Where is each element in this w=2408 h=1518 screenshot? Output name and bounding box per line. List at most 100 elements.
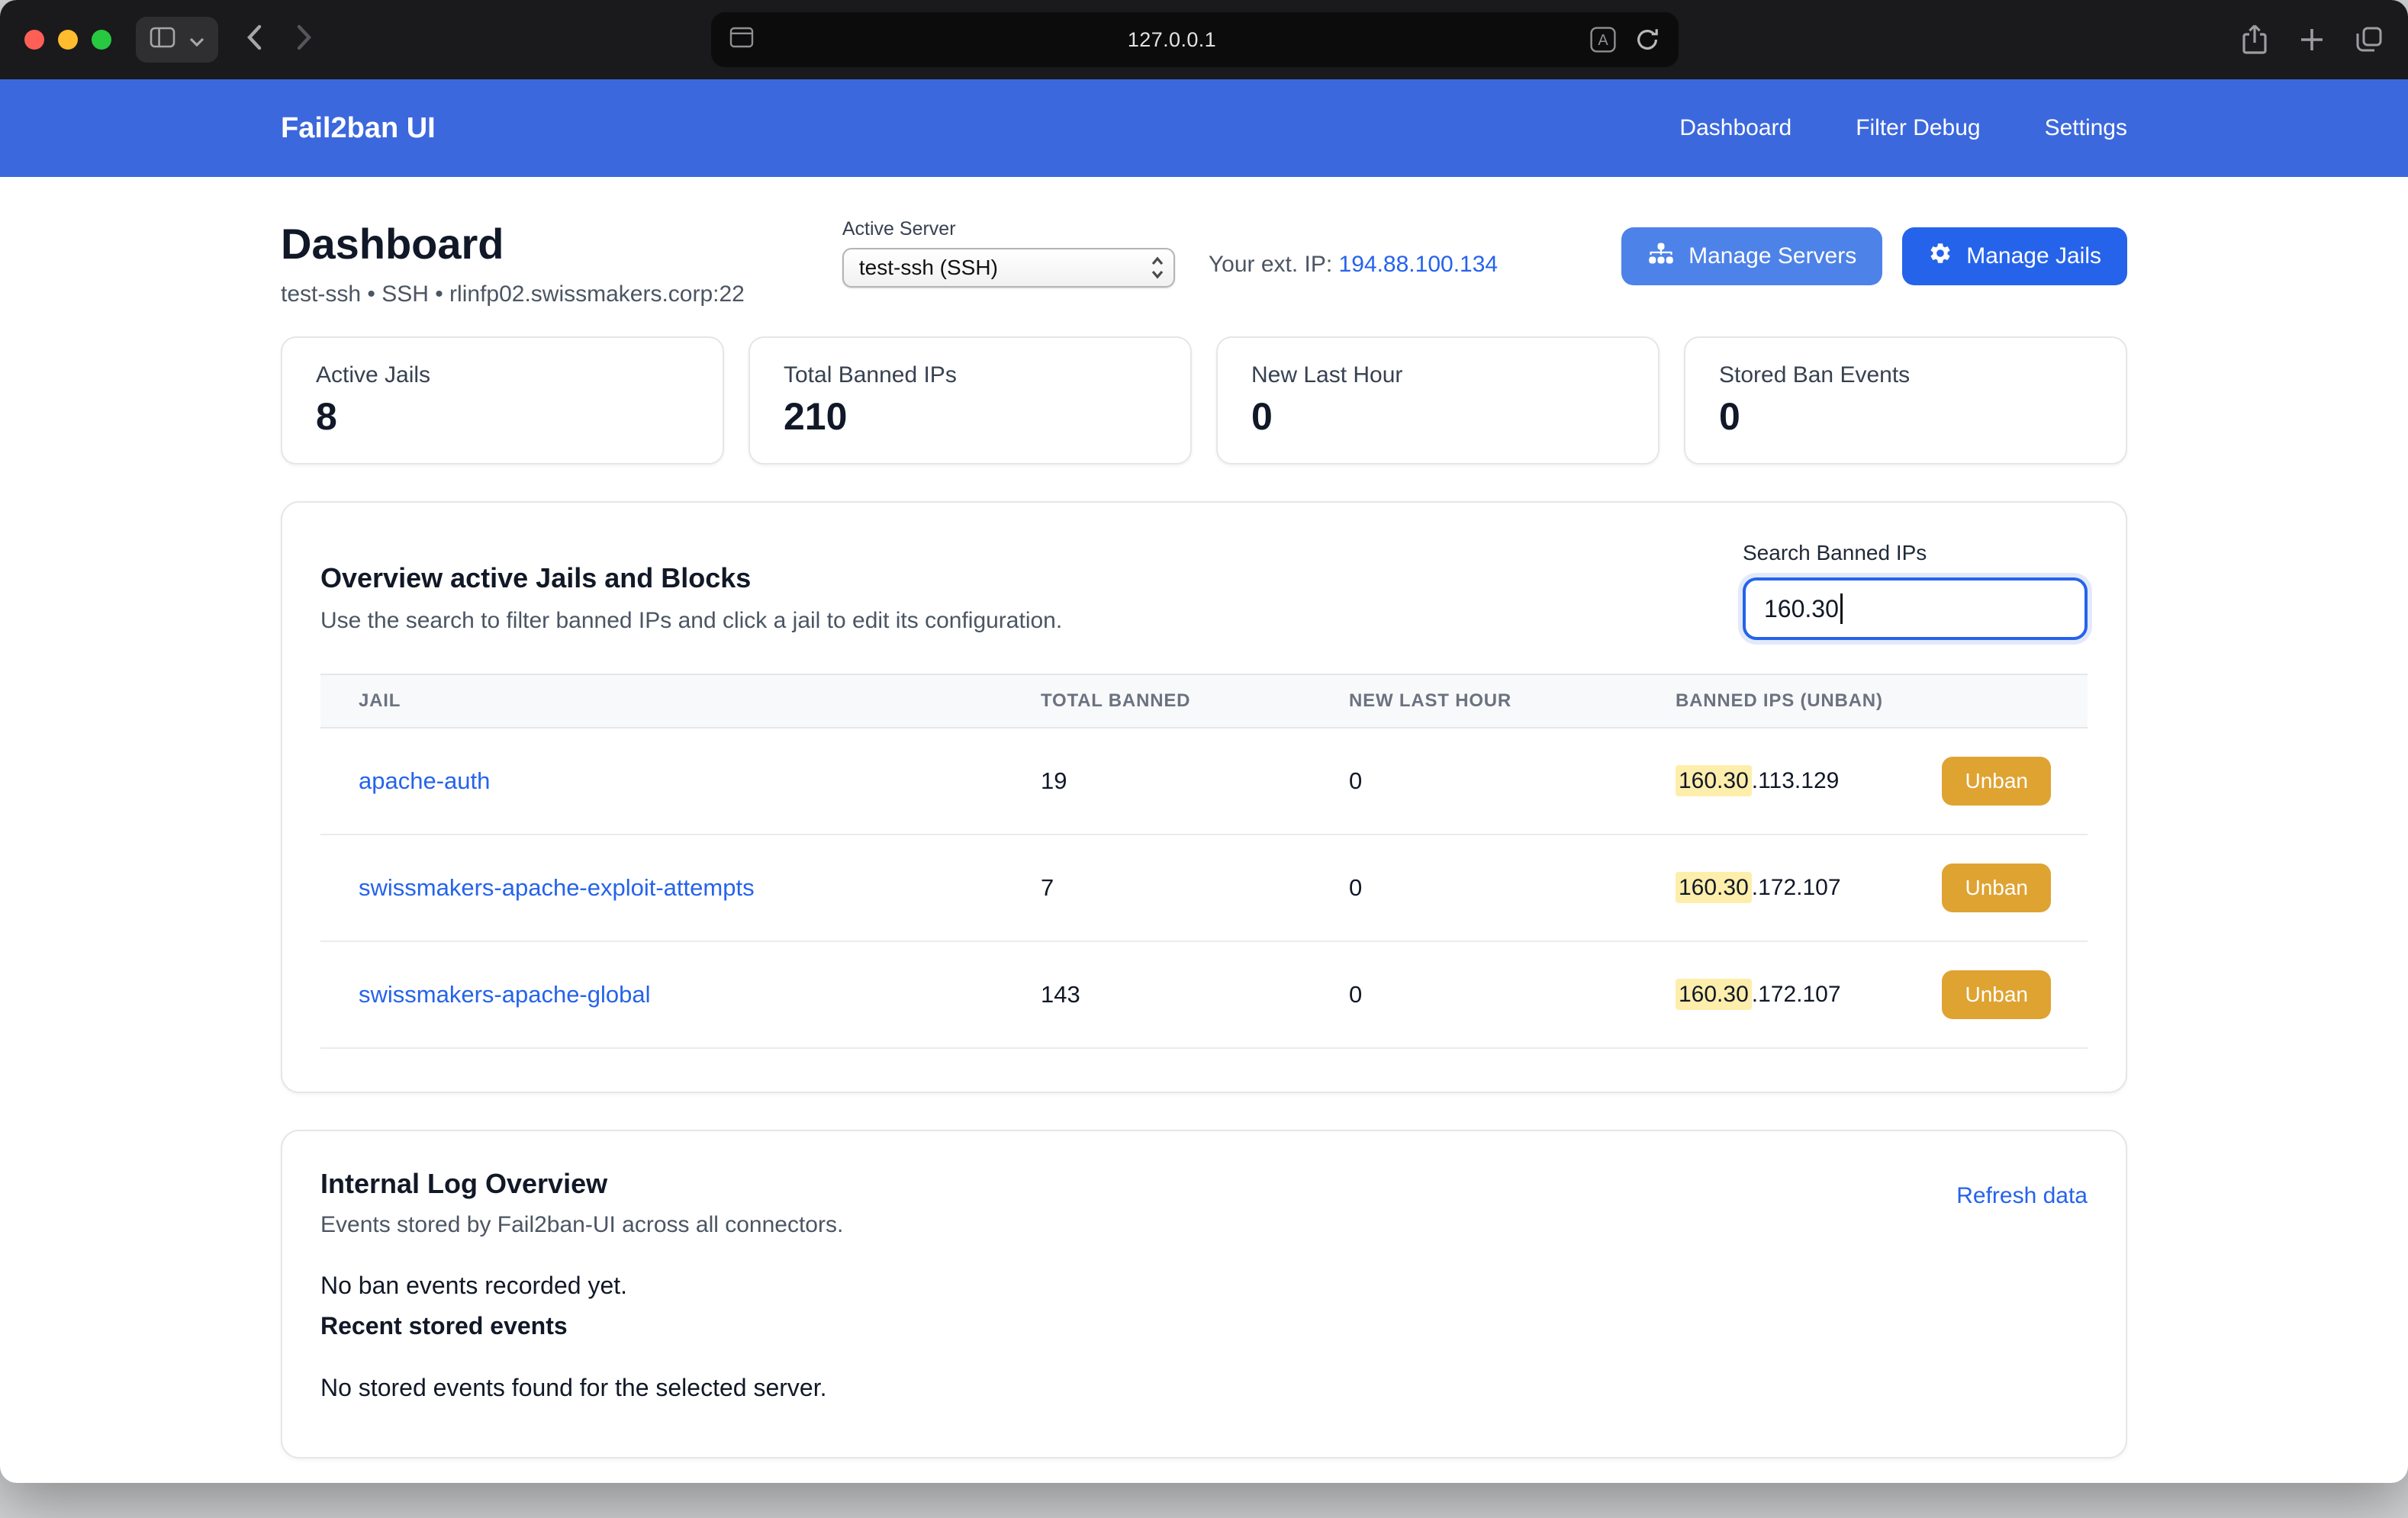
banned-ip-cell: 160.30.113.129 Unban bbox=[1676, 757, 2088, 806]
reload-icon[interactable] bbox=[1634, 27, 1660, 53]
search-label: Search Banned IPs bbox=[1743, 541, 2088, 565]
close-window-button[interactable] bbox=[24, 30, 44, 50]
unban-button[interactable]: Unban bbox=[1942, 757, 2051, 806]
chevron-down-icon bbox=[189, 28, 204, 52]
manage-servers-label: Manage Servers bbox=[1688, 243, 1856, 269]
stat-label: Active Jails bbox=[316, 362, 689, 388]
app-navbar: Fail2ban UI Dashboard Filter Debug Setti… bbox=[0, 79, 2408, 177]
servers-diagram-icon bbox=[1647, 240, 1675, 273]
traffic-lights bbox=[24, 30, 111, 50]
svg-text:A: A bbox=[1598, 32, 1608, 49]
stat-value: 0 bbox=[1251, 394, 1624, 439]
nav-link-settings[interactable]: Settings bbox=[2045, 115, 2127, 141]
stat-label: Stored Ban Events bbox=[1719, 362, 2092, 388]
desktop: 127.0.0.1 A bbox=[0, 0, 2408, 1518]
content: Dashboard test-ssh • SSH • rlinfp02.swis… bbox=[281, 177, 2127, 1459]
unban-button[interactable]: Unban bbox=[1942, 970, 2051, 1019]
page-settings-icon[interactable] bbox=[729, 26, 754, 54]
log-title-block: Internal Log Overview Events stored by F… bbox=[320, 1168, 843, 1238]
forward-button[interactable] bbox=[296, 24, 313, 56]
total-banned-cell: 7 bbox=[1041, 874, 1349, 902]
table-row: swissmakers-apache-exploit-attempts 7 0 … bbox=[320, 835, 2088, 942]
column-header-banned-ips: BANNED IPS (UNBAN) bbox=[1676, 690, 2088, 712]
log-subtitle: Events stored by Fail2ban-UI across all … bbox=[320, 1212, 843, 1238]
overview-card: Overview active Jails and Blocks Use the… bbox=[281, 501, 2127, 1093]
sidebar-toggle-button[interactable] bbox=[150, 27, 175, 53]
search-banned-ips-input[interactable]: 160.30 bbox=[1743, 577, 2088, 640]
jail-link[interactable]: apache-auth bbox=[359, 767, 490, 794]
overview-title-block: Overview active Jails and Blocks Use the… bbox=[320, 541, 1062, 640]
new-last-hour-cell: 0 bbox=[1349, 874, 1676, 902]
stat-card-active-jails: Active Jails 8 bbox=[281, 336, 724, 465]
page-subtitle: test-ssh • SSH • rlinfp02.swissmakers.co… bbox=[281, 281, 745, 307]
jail-link[interactable]: swissmakers-apache-global bbox=[359, 981, 651, 1008]
banned-ip: 160.30.172.107 bbox=[1676, 875, 1841, 901]
jail-link[interactable]: swissmakers-apache-exploit-attempts bbox=[359, 874, 755, 901]
recent-stored-events-title: Recent stored events bbox=[320, 1312, 2088, 1340]
manage-jails-button[interactable]: Manage Jails bbox=[1902, 227, 2127, 285]
manage-servers-button[interactable]: Manage Servers bbox=[1621, 227, 1882, 285]
minimize-window-button[interactable] bbox=[58, 30, 78, 50]
sidebar-dropdown-button[interactable] bbox=[189, 28, 204, 52]
chevron-right-icon bbox=[296, 24, 313, 56]
overview-subtitle: Use the search to filter banned IPs and … bbox=[320, 608, 1062, 634]
browser-window: 127.0.0.1 A bbox=[0, 0, 2408, 1483]
page-header: Dashboard test-ssh • SSH • rlinfp02.swis… bbox=[281, 218, 2127, 307]
stat-card-stored-ban-events: Stored Ban Events 0 bbox=[1684, 336, 2127, 465]
banned-ip-cell: 160.30.172.107 Unban bbox=[1676, 970, 2088, 1019]
log-header: Internal Log Overview Events stored by F… bbox=[320, 1168, 2088, 1238]
no-stored-events-message: No stored events found for the selected … bbox=[320, 1374, 2088, 1402]
new-last-hour-cell: 0 bbox=[1349, 981, 1676, 1008]
table-row: apache-auth 19 0 160.30.113.129 Unban bbox=[320, 728, 2088, 835]
new-tab-icon[interactable] bbox=[2298, 26, 2326, 53]
nav-link-filter-debug[interactable]: Filter Debug bbox=[1856, 115, 1980, 141]
column-header-new-last-hour: NEW LAST HOUR bbox=[1349, 690, 1676, 712]
stat-card-new-last-hour: New Last Hour 0 bbox=[1216, 336, 1660, 465]
page: Fail2ban UI Dashboard Filter Debug Setti… bbox=[0, 79, 2408, 1459]
column-header-jail: JAIL bbox=[320, 690, 1041, 712]
total-banned-cell: 19 bbox=[1041, 767, 1349, 795]
external-ip-label: Your ext. IP: bbox=[1209, 252, 1332, 277]
external-ip-value: 194.88.100.134 bbox=[1339, 252, 1499, 277]
address-bar-actions: A bbox=[1590, 27, 1660, 53]
banned-ip: 160.30.113.129 bbox=[1676, 768, 1839, 794]
total-banned-cell: 143 bbox=[1041, 981, 1349, 1008]
url-text: 127.0.0.1 bbox=[754, 28, 1590, 52]
page-title: Dashboard bbox=[281, 218, 745, 269]
nav-links: Dashboard Filter Debug Settings bbox=[1679, 115, 2127, 141]
overview-header: Overview active Jails and Blocks Use the… bbox=[282, 541, 2126, 640]
zoom-window-button[interactable] bbox=[92, 30, 111, 50]
share-icon[interactable] bbox=[2240, 23, 2269, 56]
stats-row: Active Jails 8 Total Banned IPs 210 New … bbox=[281, 336, 2127, 465]
browser-toolbar: 127.0.0.1 A bbox=[0, 0, 2408, 79]
tab-overview-icon[interactable] bbox=[2355, 25, 2384, 54]
refresh-data-link[interactable]: Refresh data bbox=[1956, 1183, 2088, 1209]
new-last-hour-cell: 0 bbox=[1349, 767, 1676, 795]
nav-link-dashboard[interactable]: Dashboard bbox=[1679, 115, 1792, 141]
ip-rest: .172.107 bbox=[1752, 875, 1841, 900]
translate-icon[interactable]: A bbox=[1590, 27, 1616, 53]
ip-highlight: 160.30 bbox=[1676, 872, 1752, 903]
overview-title: Overview active Jails and Blocks bbox=[320, 562, 1062, 594]
banned-ip: 160.30.172.107 bbox=[1676, 982, 1841, 1008]
select-stepper-icon bbox=[1151, 256, 1164, 280]
stat-value: 210 bbox=[784, 394, 1157, 439]
back-button[interactable] bbox=[246, 24, 262, 56]
sidebar-icon bbox=[150, 27, 175, 53]
chevron-left-icon bbox=[246, 24, 262, 56]
toolbar-right-actions bbox=[2240, 23, 2384, 56]
ip-rest: .172.107 bbox=[1752, 982, 1841, 1007]
banned-ip-cell: 160.30.172.107 Unban bbox=[1676, 864, 2088, 912]
search-input-value: 160.30 bbox=[1764, 595, 1839, 623]
active-server-select[interactable]: test-ssh (SSH) bbox=[842, 248, 1175, 288]
app-brand[interactable]: Fail2ban UI bbox=[281, 112, 436, 145]
sidebar-controls bbox=[136, 17, 218, 63]
unban-button[interactable]: Unban bbox=[1942, 864, 2051, 912]
column-header-total-banned: TOTAL BANNED bbox=[1041, 690, 1349, 712]
stat-value: 8 bbox=[316, 394, 689, 439]
stat-label: Total Banned IPs bbox=[784, 362, 1157, 388]
address-bar[interactable]: 127.0.0.1 A bbox=[711, 12, 1679, 67]
internal-log-card: Internal Log Overview Events stored by F… bbox=[281, 1130, 2127, 1459]
jails-table: JAIL TOTAL BANNED NEW LAST HOUR BANNED I… bbox=[320, 674, 2088, 1049]
search-block: Search Banned IPs 160.30 bbox=[1743, 541, 2088, 640]
